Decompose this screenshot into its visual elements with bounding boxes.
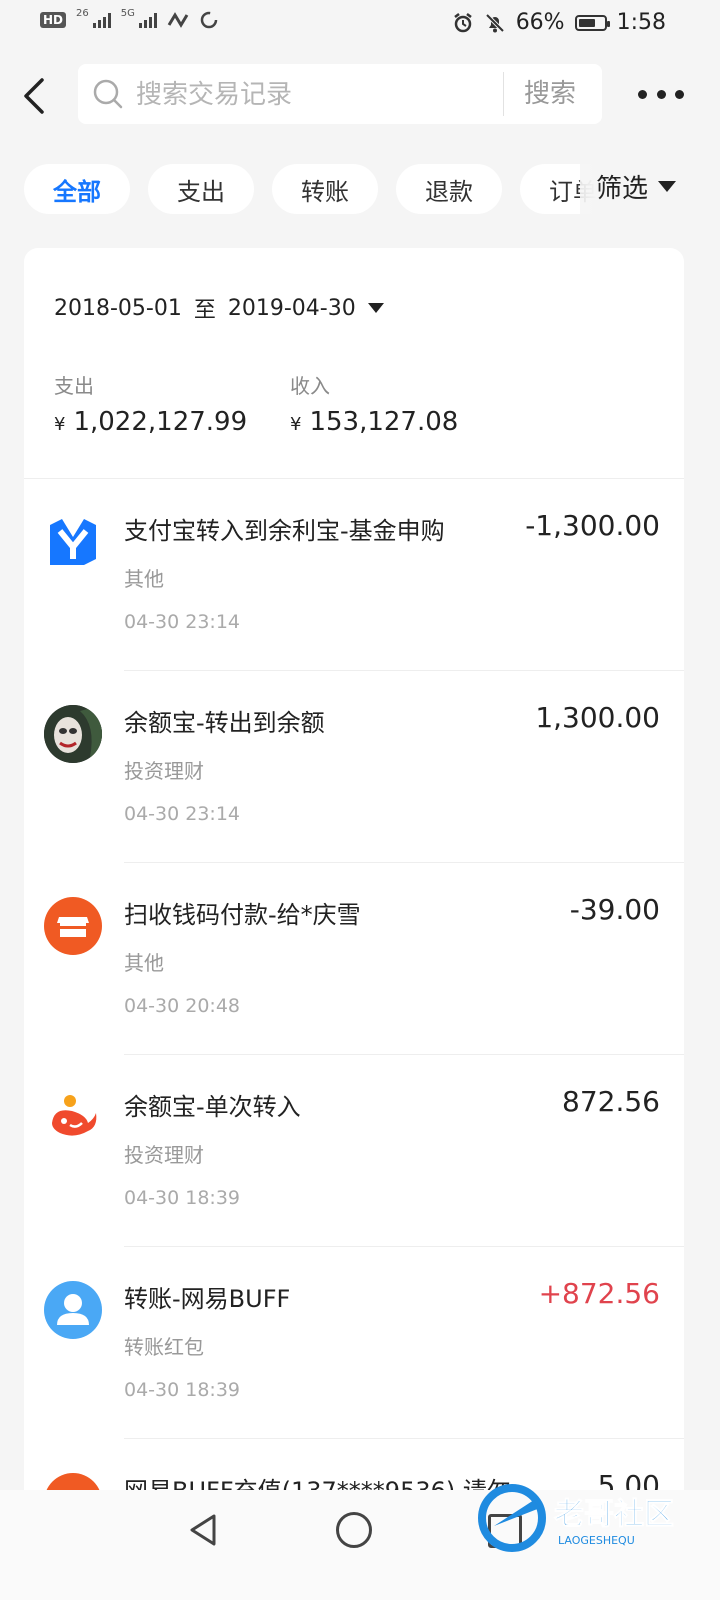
date-separator: 至 [193, 298, 216, 323]
currency-symbol: ¥ [290, 414, 302, 435]
network-type-1: 26 [76, 8, 89, 19]
watermark-subtext: LAOGESHEQU [558, 1534, 635, 1547]
network-type-2: 5G [120, 8, 135, 19]
nav-home-icon[interactable] [336, 1512, 372, 1548]
date-range-selector[interactable]: 2018-05-01 至 2019-04-30 [54, 292, 384, 324]
watermark-logo: 老哥社区 LAOGESHEQU [478, 1484, 675, 1552]
income-summary: 收入 ¥153,127.08 [290, 370, 458, 437]
income-value: ¥153,127.08 [290, 407, 458, 437]
battery-percent: 66% [515, 10, 565, 35]
mute-icon [485, 13, 505, 32]
status-right: 66% 1:58 [452, 10, 666, 35]
transaction-title: 转账-网易BUFF [124, 1285, 291, 1313]
yuebao-icon [44, 1089, 102, 1147]
search-input[interactable] [134, 76, 558, 114]
transaction-title: 余额宝-单次转入 [124, 1093, 301, 1121]
transaction-category: 其他 [124, 567, 164, 591]
transaction-title: 支付宝转入到余利宝-基金申购 [124, 517, 445, 545]
income-label: 收入 [290, 374, 330, 398]
filter-button[interactable]: 筛选 [596, 168, 677, 205]
transaction-row[interactable]: 转账-网易BUFF 转账红包 04-30 18:39 +872.56 [24, 1247, 684, 1439]
transaction-category: 投资理财 [124, 759, 204, 783]
caret-down-icon [658, 181, 677, 192]
transaction-title: 余额宝-转出到余额 [124, 709, 325, 737]
loading-icon [200, 11, 218, 29]
yulibao-icon [44, 513, 102, 571]
start-date: 2018-05-01 [54, 295, 182, 321]
more-dot-icon [675, 89, 684, 99]
nfc-icon [167, 12, 189, 28]
transaction-category: 转账红包 [124, 1335, 204, 1359]
transaction-time: 04-30 18:39 [124, 1187, 241, 1209]
tab-transfer[interactable]: 转账 [272, 164, 378, 214]
shop-icon [44, 897, 102, 955]
search-box[interactable]: 搜索 [78, 64, 602, 124]
transaction-category: 其他 [124, 951, 164, 975]
search-icon [93, 79, 123, 109]
more-options-button[interactable] [638, 80, 684, 108]
transaction-time: 04-30 23:14 [124, 611, 241, 633]
watermark-text: 老哥社区 [554, 1497, 674, 1532]
alarm-icon [453, 12, 472, 32]
income-amount: 153,127.08 [309, 407, 459, 437]
expense-label: 支出 [54, 374, 94, 398]
more-dot-icon [656, 89, 666, 99]
search-button[interactable]: 搜索 [524, 76, 576, 112]
transaction-time: 04-30 18:39 [124, 1379, 241, 1401]
tab-all[interactable]: 全部 [24, 164, 130, 214]
end-date: 2019-04-30 [227, 295, 356, 321]
nav-back-icon[interactable] [186, 1512, 220, 1548]
expense-amount: 1,022,127.99 [73, 407, 248, 437]
tab-refund[interactable]: 退款 [396, 164, 502, 214]
transaction-row[interactable]: 支付宝转入到余利宝-基金申购 其他 04-30 23:14 -1,300.00 [24, 479, 684, 671]
user-icon [44, 1281, 102, 1339]
filter-tabs: 全部 支出 转账 退款 订单 筛选 [0, 158, 720, 220]
transaction-category: 投资理财 [124, 1143, 204, 1167]
status-left: HD 26 5G [40, 8, 219, 30]
signal-icon [92, 12, 111, 28]
transaction-amount: 1,300.00 [535, 701, 660, 734]
battery-icon [574, 14, 610, 31]
transaction-row[interactable]: 余额宝-转出到余额 投资理财 04-30 23:14 1,300.00 [24, 671, 684, 863]
back-button[interactable] [20, 72, 60, 120]
caret-down-icon [367, 303, 384, 313]
transaction-title: 扫收钱码付款-给*庆雪 [124, 901, 361, 929]
transaction-row[interactable]: 余额宝-单次转入 投资理财 04-30 18:39 872.56 [24, 1055, 684, 1247]
transaction-amount: +872.56 [538, 1277, 660, 1310]
signal-icon-2 [138, 12, 157, 28]
transaction-time: 04-30 23:14 [124, 803, 241, 825]
transaction-row[interactable]: 扫收钱码付款-给*庆雪 其他 04-30 20:48 -39.00 [24, 863, 684, 1055]
filter-label: 筛选 [596, 174, 649, 204]
avatar-photo-icon [44, 705, 102, 763]
search-divider [503, 72, 504, 116]
expense-summary: 支出 ¥1,022,127.99 [54, 370, 247, 437]
clock: 1:58 [616, 10, 666, 35]
transaction-amount: 872.56 [562, 1085, 660, 1118]
hd-badge: HD [40, 12, 67, 28]
transactions-card: 2018-05-01 至 2019-04-30 支出 ¥1,022,127.99… [24, 248, 684, 1548]
transaction-amount: -1,300.00 [525, 509, 660, 542]
status-bar: HD 26 5G 66% 1:58 [0, 0, 720, 48]
currency-symbol: ¥ [54, 414, 66, 435]
chevron-left-icon [24, 78, 44, 114]
tab-expense[interactable]: 支出 [148, 164, 254, 214]
transaction-time: 04-30 20:48 [124, 995, 241, 1017]
transaction-amount: -39.00 [569, 893, 660, 926]
more-dot-icon [638, 89, 647, 99]
expense-value: ¥1,022,127.99 [54, 407, 247, 437]
